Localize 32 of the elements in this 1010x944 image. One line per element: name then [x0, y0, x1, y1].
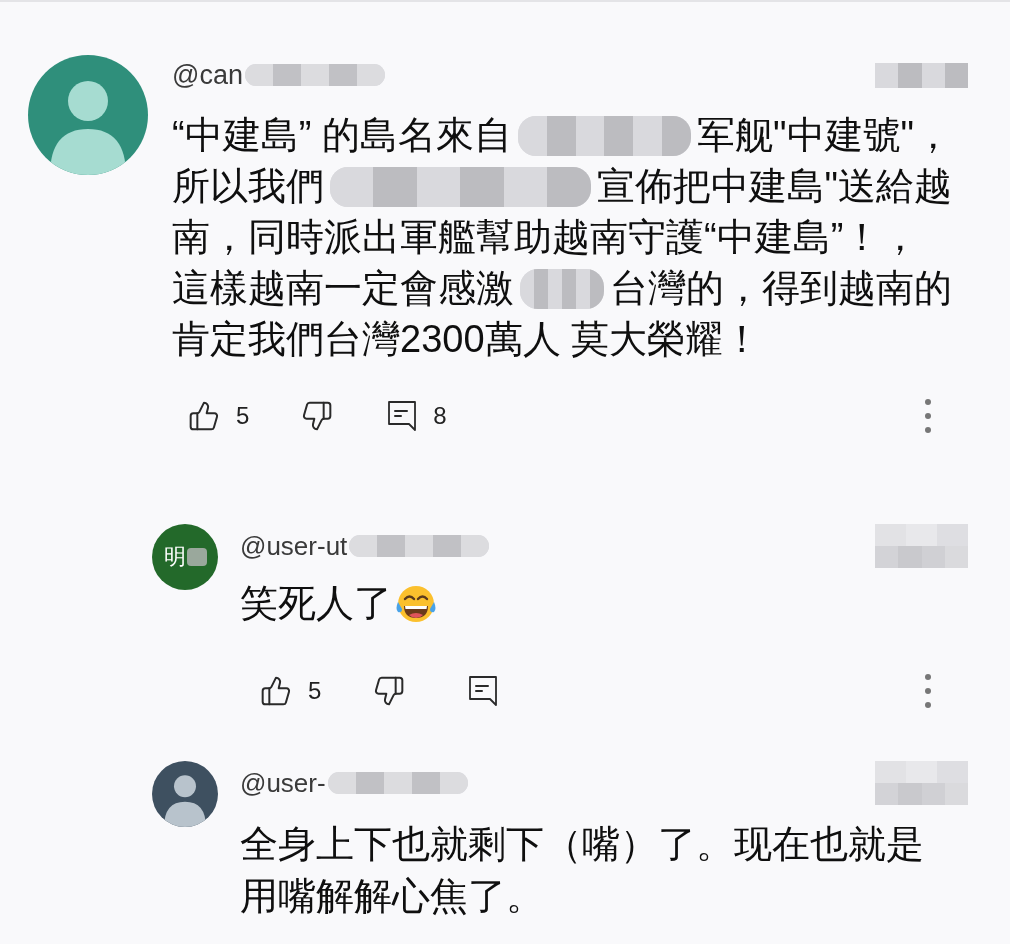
replies-button[interactable] — [468, 675, 499, 707]
dislike-button[interactable] — [373, 675, 406, 707]
comment-text: 全身上下也就剩下（嘴）了。现在也就是 — [240, 822, 924, 867]
username[interactable]: @user- — [240, 770, 326, 796]
like-button[interactable]: 5 — [260, 673, 322, 709]
laughing-tears-emoji-icon — [394, 583, 438, 624]
username[interactable]: @user-ut — [240, 533, 348, 559]
comment-text: 台灣的，得到越南的 — [610, 266, 952, 311]
more-menu-icon — [924, 673, 932, 709]
speech-bubble-icon — [468, 675, 499, 707]
comment-text: 用嘴解解心焦了。 — [240, 874, 544, 919]
avatar-initial: 明 — [163, 546, 186, 568]
thumbs-up-icon — [260, 675, 292, 707]
comment-text: 肯定我們台灣2300萬人 莫大榮耀！ — [172, 317, 762, 362]
comment-text: 南，同時派出軍艦幫助越南守護“中建島”！， — [172, 215, 920, 260]
dislike-button[interactable] — [301, 400, 334, 432]
comment-text: 宣佈把中建島"送給越 — [596, 164, 952, 209]
replies-button[interactable]: 8 — [387, 398, 447, 434]
comment-text: 笑死人了 — [240, 581, 392, 626]
more-button[interactable] — [924, 398, 932, 434]
speech-bubble-icon — [387, 400, 418, 432]
thumbs-down-icon — [373, 675, 406, 707]
username[interactable]: @can — [172, 61, 243, 89]
more-button[interactable] — [924, 673, 932, 709]
comment-text: 這樣越南一定會感激 — [172, 266, 514, 311]
more-menu-icon — [924, 398, 932, 434]
thumbs-down-icon — [301, 400, 334, 432]
comment-text: 所以我們 — [172, 164, 324, 209]
thumbs-up-icon — [188, 400, 220, 432]
comment-text: 军舰"中建號"， — [697, 113, 952, 158]
comment-text: “中建島” 的島名來自 — [172, 113, 512, 158]
like-button[interactable]: 5 — [188, 398, 250, 434]
